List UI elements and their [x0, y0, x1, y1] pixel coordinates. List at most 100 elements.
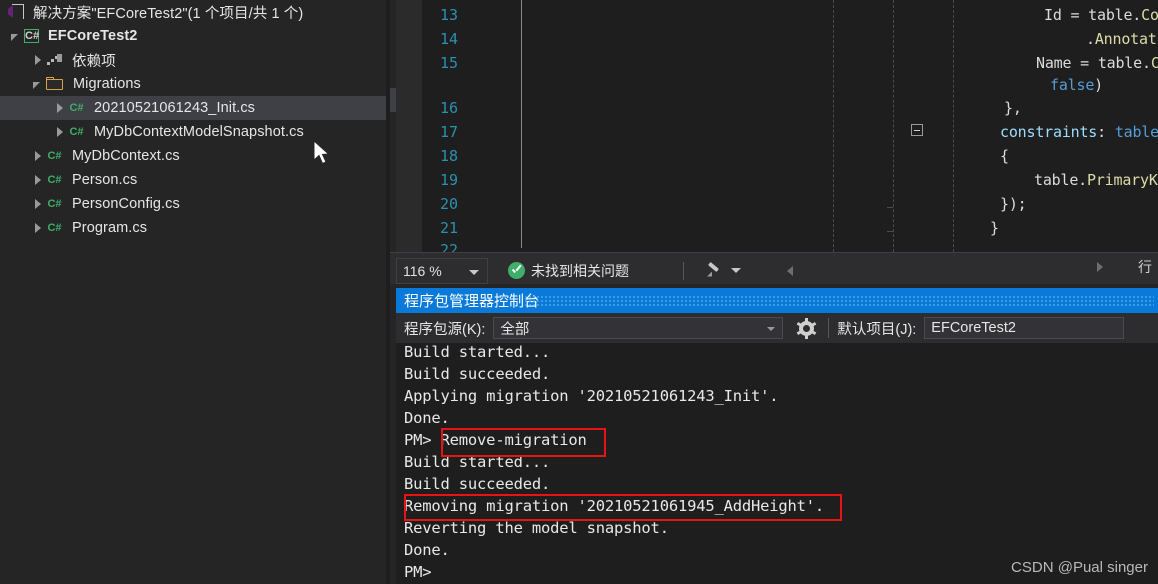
console-line: Removing migration '20210521061945_AddHe… — [404, 497, 825, 515]
line-number: 19 — [439, 171, 458, 189]
chevron-collapsed-icon[interactable] — [30, 196, 46, 212]
code-text-area[interactable]: Id = table.Column<long>(type: "bigint", … — [464, 0, 1158, 252]
line-number: 14 — [439, 30, 458, 48]
chevron-expanded-icon[interactable] — [30, 76, 46, 92]
line-number: 13 — [439, 6, 458, 24]
console-title: 程序包管理器控制台 — [404, 293, 540, 310]
dependencies-icon — [46, 53, 63, 68]
code-line: table.PrimaryKey("PK_T_Persons", x => x.… — [1034, 171, 1158, 189]
tree-item-dependencies-label: 依赖项 — [72, 53, 116, 70]
console-line: Build started... — [404, 343, 551, 361]
toolbar-divider — [828, 318, 830, 338]
console-line: PM> Remove-migration — [404, 431, 587, 449]
console-line: Build succeeded. — [404, 365, 551, 383]
console-line: Done. — [404, 541, 450, 559]
csharp-file-icon: C# — [47, 221, 62, 234]
title-bar-dot-pattern — [524, 295, 1154, 306]
code-line: Name = table.Column<string>(type: "nvarc… — [1036, 54, 1158, 72]
line-indicator-label: 行 — [1138, 259, 1152, 275]
code-line: .Annotation("SqlServer:Identity", "1, 1"… — [1086, 30, 1158, 48]
csharp-file-icon: C# — [47, 149, 62, 162]
line-number-gutter: 13 14 15 16 17 18 19 20 21 22 — [422, 0, 464, 252]
line-number: 21 — [439, 219, 458, 237]
chevron-down-icon[interactable] — [469, 269, 479, 275]
chevron-expanded-icon[interactable] — [8, 28, 24, 44]
code-line: }); — [1000, 195, 1027, 213]
tree-item-mydbcontext-label: MyDbContext.cs — [72, 148, 180, 164]
visual-studio-window: 解决方案"EFCoreTest2"(1 个项目/共 1 个) C# EFCore… — [0, 0, 1158, 584]
tree-item-project-label: EFCoreTest2 — [48, 28, 138, 44]
zoom-level-value: 116 % — [403, 262, 442, 279]
code-line: } — [990, 219, 999, 237]
code-line: constraints: table => — [1000, 123, 1158, 141]
solution-explorer-panel: 解决方案"EFCoreTest2"(1 个项目/共 1 个) C# EFCore… — [0, 0, 390, 584]
default-project-dropdown[interactable]: EFCoreTest2 — [924, 317, 1125, 339]
tree-item-migrations-folder[interactable]: Migrations — [0, 72, 390, 96]
folder-icon — [46, 77, 64, 91]
default-project-label: 默认项目(J): — [837, 321, 917, 338]
scroll-left-arrow-icon[interactable] — [787, 265, 793, 276]
default-project-value-text: EFCoreTest2 — [931, 320, 1016, 336]
chevron-collapsed-icon[interactable] — [52, 124, 68, 140]
line-number: 17 — [439, 123, 458, 141]
line-number: 15 — [439, 54, 458, 72]
chevron-collapsed-icon[interactable] — [30, 172, 46, 188]
gear-icon[interactable] — [797, 317, 817, 339]
console-line: PM> — [404, 563, 432, 581]
tree-item-init-migration-label: 20210521061243_Init.cs — [94, 100, 256, 116]
console-line: Build started... — [404, 453, 551, 471]
csharp-file-icon: C# — [47, 197, 62, 210]
brush-icon[interactable] — [706, 261, 722, 279]
console-line: Reverting the model snapshot. — [404, 519, 669, 537]
issue-status-label: 未找到相关问题 — [531, 262, 629, 279]
visual-studio-icon — [8, 4, 25, 20]
console-line: Done. — [404, 409, 450, 427]
status-divider — [683, 261, 684, 280]
tree-item-person[interactable]: C# Person.cs — [0, 168, 390, 192]
line-number: 22 — [439, 241, 458, 252]
console-line: Build succeeded. — [404, 475, 551, 493]
mouse-cursor — [314, 141, 330, 165]
solution-root-node[interactable]: 解决方案"EFCoreTest2"(1 个项目/共 1 个) — [0, 0, 390, 24]
check-circle-icon — [508, 262, 525, 279]
console-title-bar[interactable]: 程序包管理器控制台 — [396, 288, 1158, 313]
zoom-level-combobox[interactable]: 116 % — [396, 257, 488, 284]
editor-status-bar: 116 % 未找到相关问题 — [390, 252, 1158, 288]
csharp-file-icon: C# — [69, 125, 84, 138]
package-manager-console-panel: 程序包管理器控制台 程序包源(K): 全部 默认项目(J): EFCoreTes… — [390, 288, 1158, 584]
editor-breakpoint-margin[interactable] — [396, 0, 422, 252]
code-line: }, — [1004, 99, 1022, 117]
tree-item-init-migration[interactable]: C# 20210521061243_Init.cs — [0, 96, 390, 120]
chevron-down-icon[interactable] — [731, 268, 741, 273]
chevron-collapsed-icon[interactable] — [30, 148, 46, 164]
tree-item-person-config-label: PersonConfig.cs — [72, 196, 180, 212]
chevron-collapsed-icon[interactable] — [30, 220, 46, 236]
tree-item-program[interactable]: C# Program.cs — [0, 216, 390, 240]
chevron-collapsed-icon[interactable] — [30, 52, 46, 68]
code-editor[interactable]: 13 14 15 16 17 18 19 20 21 22 Id = table… — [390, 0, 1158, 252]
tree-item-program-label: Program.cs — [72, 220, 148, 236]
issue-status[interactable]: 未找到相关问题 — [508, 261, 629, 281]
package-source-label: 程序包源(K): — [404, 321, 486, 338]
package-source-dropdown[interactable]: 全部 — [493, 317, 784, 339]
tree-item-person-label: Person.cs — [72, 172, 138, 188]
chevron-collapsed-icon[interactable] — [52, 100, 68, 116]
tree-item-dependencies[interactable]: 依赖项 — [0, 48, 390, 72]
code-line: Id = table.Column<long>(type: "bigint", … — [1044, 6, 1158, 24]
console-output-area[interactable]: Build started... Build succeeded. Applyi… — [396, 343, 1158, 584]
watermark-label: CSDN @Pual singer — [1011, 559, 1148, 576]
line-number: 16 — [439, 99, 458, 117]
package-source-value: 全部 — [500, 321, 530, 338]
tree-item-project[interactable]: C# EFCoreTest2 — [0, 24, 390, 48]
csharp-file-icon: C# — [69, 101, 84, 114]
line-number: 20 — [439, 195, 458, 213]
chevron-down-icon[interactable] — [767, 327, 776, 331]
console-line: Applying migration '20210521061243_Init'… — [404, 387, 779, 405]
code-line: false) — [1050, 76, 1103, 94]
csharp-project-icon: C# — [24, 29, 40, 43]
scroll-right-arrow-icon[interactable] — [1097, 262, 1103, 272]
csharp-file-icon: C# — [47, 173, 62, 186]
tree-item-model-snapshot-label: MyDbContextModelSnapshot.cs — [94, 124, 304, 140]
tree-item-migrations-label: Migrations — [73, 76, 141, 92]
tree-item-person-config[interactable]: C# PersonConfig.cs — [0, 192, 390, 216]
